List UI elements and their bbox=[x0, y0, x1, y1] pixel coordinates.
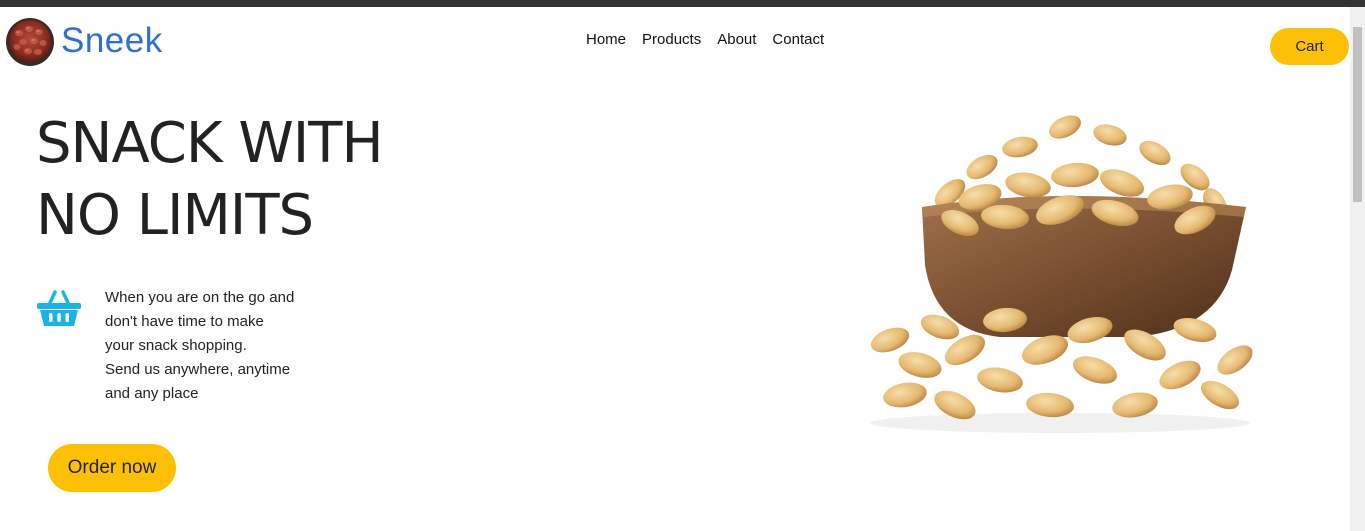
hero-title-line-2: NO LIMITS bbox=[36, 183, 314, 248]
hero-title-line-1: SNACK WITH bbox=[36, 111, 384, 176]
description-line: your snack shopping. bbox=[105, 337, 247, 354]
nav-contact[interactable]: Contact bbox=[772, 31, 824, 49]
nav-home[interactable]: Home bbox=[586, 31, 626, 49]
order-now-button[interactable]: Order now bbox=[48, 444, 176, 492]
description-line: don't have time to make bbox=[105, 313, 264, 330]
hero-title: SNACK WITH NO LIMITS bbox=[36, 108, 384, 252]
brand-name[interactable]: Sneek bbox=[61, 23, 163, 58]
browser-top-bar bbox=[0, 0, 1365, 7]
description-line: and any place bbox=[105, 385, 199, 402]
scrollbar-thumb[interactable] bbox=[1353, 27, 1362, 202]
description-line: Send us anywhere, anytime bbox=[105, 361, 291, 378]
peanut-bowl-logo-icon bbox=[6, 18, 54, 66]
hero-description: When you are on the go and don't have ti… bbox=[105, 286, 335, 406]
cart-button[interactable]: Cart bbox=[1270, 28, 1349, 65]
nav-products[interactable]: Products bbox=[642, 31, 701, 49]
basket-icon bbox=[37, 290, 81, 326]
logo[interactable]: Sneek bbox=[5, 17, 163, 67]
vertical-scrollbar[interactable] bbox=[1350, 7, 1365, 531]
description-line: When you are on the go and bbox=[105, 289, 295, 306]
peanuts-bowl-image bbox=[870, 115, 1253, 433]
nav-about[interactable]: About bbox=[717, 31, 756, 49]
main-nav: Home Products About Contact bbox=[586, 31, 824, 49]
